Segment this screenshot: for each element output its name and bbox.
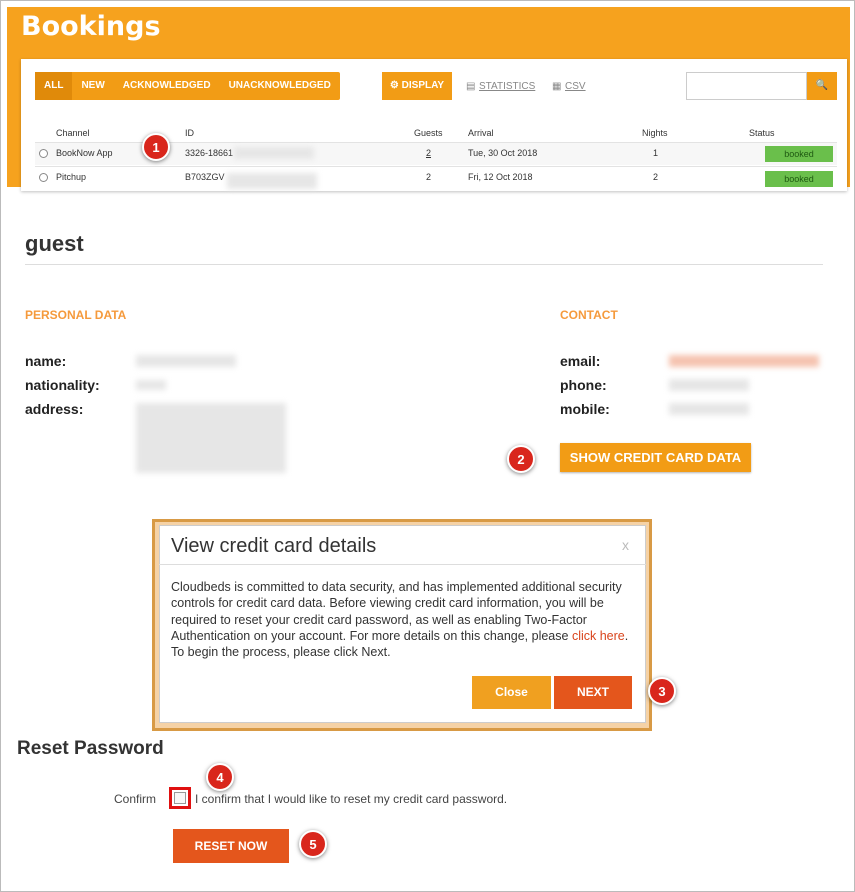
mobile-label: mobile:: [560, 401, 610, 417]
reset-now-button[interactable]: RESET NOW: [173, 829, 289, 863]
search-input[interactable]: [686, 72, 807, 100]
col-status: Status: [749, 128, 775, 138]
row-guests: 2: [426, 172, 432, 182]
personal-data-heading: PERSONAL DATA: [25, 308, 127, 322]
step-marker-5: 5: [299, 830, 327, 858]
email-label: email:: [560, 353, 601, 369]
redacted-value: [136, 403, 286, 473]
status-badge: booked: [765, 171, 833, 187]
divider: [25, 264, 823, 265]
col-channel: Channel: [56, 128, 90, 138]
table-icon: ▦: [552, 81, 562, 92]
row-nights: 2: [653, 172, 659, 182]
confirm-label: Confirm: [114, 792, 157, 806]
search-icon[interactable]: 🔍: [807, 72, 837, 100]
step-marker-1: 1: [142, 133, 170, 161]
redacted-value: [669, 403, 749, 415]
step-marker-2: 2: [507, 445, 535, 473]
row-radio[interactable]: [39, 149, 48, 158]
nationality-label: nationality:: [25, 377, 100, 393]
redacted-value: [136, 380, 166, 390]
close-button[interactable]: Close: [472, 676, 551, 709]
filter-acknowledged[interactable]: ACKNOWLEDGED: [114, 72, 220, 100]
col-arrival: Arrival: [468, 128, 494, 138]
phone-label: phone:: [560, 377, 607, 393]
modal-text: Cloudbeds is committed to data security,…: [171, 580, 622, 643]
modal-body: Cloudbeds is committed to data security,…: [171, 579, 631, 660]
show-credit-card-button[interactable]: SHOW CREDIT CARD DATA: [560, 443, 751, 472]
modal-divider: [159, 564, 646, 565]
confirm-text: I confirm that I would like to reset my …: [195, 792, 508, 806]
contact-heading: CONTACT: [560, 308, 618, 322]
row-channel: Pitchup: [56, 172, 87, 182]
next-button[interactable]: NEXT: [554, 676, 632, 709]
row-arrival: Tue, 30 Oct 2018: [468, 148, 538, 158]
details-link[interactable]: click here: [572, 629, 625, 643]
address-label: address:: [25, 401, 84, 417]
col-id: ID: [185, 128, 194, 138]
filter-group: ALL NEW ACKNOWLEDGED UNACKNOWLEDGED: [35, 72, 340, 100]
redacted-id: [227, 173, 317, 189]
row-nights: 1: [653, 148, 659, 158]
statistics-link[interactable]: STATISTICS: [479, 81, 535, 92]
status-badge: booked: [765, 146, 833, 162]
reset-password-heading: Reset Password: [17, 738, 164, 759]
filter-unacknowledged[interactable]: UNACKNOWLEDGED: [220, 72, 340, 100]
guest-heading: guest: [25, 231, 84, 256]
csv-link[interactable]: CSV: [565, 81, 586, 92]
row-id: B703ZGV: [185, 172, 225, 182]
row-channel: BookNow App: [56, 148, 113, 158]
filter-all[interactable]: ALL: [35, 72, 73, 100]
col-nights: Nights: [642, 128, 668, 138]
confirm-checkbox[interactable]: [174, 792, 186, 804]
name-label: name:: [25, 353, 67, 369]
display-button[interactable]: ⚙ DISPLAY: [382, 72, 452, 100]
step-marker-3: 3: [648, 677, 676, 705]
row-arrival: Fri, 12 Oct 2018: [468, 172, 533, 182]
redacted-value: [669, 355, 819, 367]
redacted-value: [669, 379, 749, 391]
step-marker-4: 4: [206, 763, 234, 791]
table-row[interactable]: [35, 166, 837, 189]
row-radio[interactable]: [39, 173, 48, 182]
redacted-id: [234, 147, 314, 159]
chart-icon: ▤: [466, 81, 476, 92]
page-title: Bookings: [21, 11, 161, 42]
close-icon[interactable]: x: [622, 537, 629, 553]
filter-new[interactable]: NEW: [72, 72, 113, 100]
row-guests[interactable]: 2: [426, 148, 431, 158]
row-id: 3326-18661: [185, 148, 234, 158]
modal-title: View credit card details: [171, 535, 377, 557]
redacted-value: [136, 355, 236, 367]
col-guests: Guests: [414, 128, 443, 138]
